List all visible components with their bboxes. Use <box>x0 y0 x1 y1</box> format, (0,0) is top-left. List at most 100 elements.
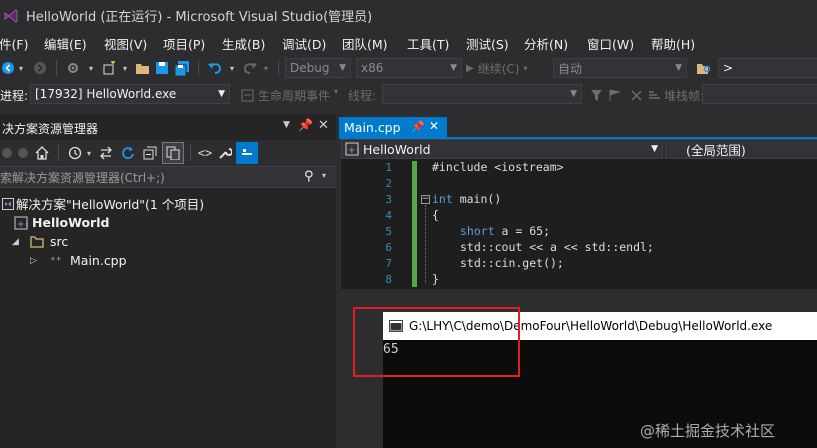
menu-edit[interactable]: 编辑(E) <box>44 34 87 53</box>
menu-debug[interactable]: 调试(D) <box>282 34 326 53</box>
chevron-down-icon: ▾ <box>523 63 528 73</box>
back-icon[interactable] <box>0 58 16 78</box>
window-position-dropdown-icon[interactable]: ▼ <box>283 120 290 130</box>
settings-dropdown-icon[interactable]: ▾ <box>86 58 96 78</box>
solution-explorer-search[interactable]: 索解决方案资源管理器(Ctrl+;) ⚲ ▾ <box>0 166 336 188</box>
menu-window[interactable]: 窗口(W) <box>587 34 634 53</box>
line-number: 3 <box>385 193 392 206</box>
code-keyword: int <box>432 192 453 206</box>
properties-wrench-icon[interactable] <box>216 143 234 163</box>
pin-icon[interactable]: 📌 <box>298 118 313 132</box>
tree-item-solution[interactable]: 解决方案"HelloWorld"(1 个项目) <box>2 194 204 213</box>
solution-explorer-panel: 决方案资源管理器 ▼ 📌 ✕ ▾ <> 索解决方案资源管理器(Ctrl+;) ⚲… <box>0 114 336 448</box>
flag-threads-icon[interactable] <box>606 85 622 105</box>
menu-build[interactable]: 生成(B) <box>222 34 265 53</box>
solution-configuration-select[interactable]: Debug ▼ <box>285 58 351 78</box>
menu-analyze[interactable]: 分析(N) <box>524 34 568 53</box>
sync-active-document-icon[interactable] <box>97 143 115 163</box>
chevron-down-icon: ▼ <box>651 144 658 154</box>
code-line-7: std::cin.get(); <box>460 256 564 270</box>
fold-collapse-icon[interactable]: − <box>421 195 430 204</box>
tree-item-project[interactable]: ++ HelloWorld <box>14 213 109 232</box>
back-dropdown-icon[interactable]: ▾ <box>16 58 26 78</box>
tab-label: Main.cpp <box>344 119 401 135</box>
project-scope-select[interactable]: ++ HelloWorld ▼ <box>341 139 663 159</box>
stack-frame-icon[interactable] <box>646 85 662 105</box>
undo-dropdown-icon[interactable]: ▾ <box>227 58 237 78</box>
tree-item-file-main[interactable]: ▷ ⁺⁺ Main.cpp <box>30 251 127 270</box>
new-project-icon[interactable] <box>100 58 118 78</box>
find-box[interactable]: > <box>718 58 817 78</box>
close-icon[interactable]: ✕ <box>318 118 329 133</box>
search-input[interactable]: 索解决方案资源管理器(Ctrl+;) <box>0 169 165 186</box>
tree-item-label: HelloWorld <box>32 215 110 230</box>
thread-select[interactable]: ▼ <box>382 84 582 104</box>
search-icon[interactable]: ⚲ <box>304 169 314 184</box>
code-line-1: #include <iostream> <box>432 160 564 174</box>
title-bar: HelloWorld (正在运行) - Microsoft Visual Stu… <box>0 0 817 31</box>
line-number: 4 <box>385 209 392 222</box>
toolbar-separator <box>278 60 279 76</box>
open-folder-icon[interactable] <box>133 58 151 78</box>
undo-icon[interactable] <box>205 58 225 78</box>
redo-dropdown-icon[interactable]: ▾ <box>261 58 271 78</box>
global-scope-select[interactable]: (全局范围) <box>665 139 817 159</box>
search-options-dropdown-icon[interactable]: ▾ <box>322 171 326 180</box>
solution-explorer-toolbar: ▾ <> <box>0 140 336 166</box>
cpp-file-icon: ⁺⁺ <box>50 254 62 267</box>
home-icon[interactable] <box>33 143 51 163</box>
chevron-down-icon: ▼ <box>218 89 225 99</box>
hide-threads-icon[interactable] <box>628 85 644 105</box>
refresh-icon[interactable] <box>119 143 137 163</box>
save-all-icon[interactable] <box>173 58 191 78</box>
lifecycle-events-icon[interactable] <box>238 85 256 105</box>
collapse-triangle-icon[interactable]: ▷ <box>30 256 50 266</box>
menu-help[interactable]: 帮助(H) <box>651 34 695 53</box>
global-scope-value: (全局范围) <box>686 142 746 158</box>
cpp-project-icon: ++ <box>345 142 359 156</box>
tree-item-folder-src[interactable]: ◢ src <box>12 232 68 251</box>
show-all-files-icon[interactable] <box>162 142 184 164</box>
find-in-files-icon[interactable] <box>693 58 713 78</box>
visual-studio-logo-icon <box>0 0 22 31</box>
redo-icon[interactable] <box>241 58 259 78</box>
filter-icon[interactable] <box>588 85 604 105</box>
chevron-down-icon: ▼ <box>450 63 457 73</box>
auto-select[interactable]: 自动 ▼ <box>553 58 687 78</box>
menu-team[interactable]: 团队(M) <box>342 34 388 53</box>
close-tab-icon[interactable]: ✕ <box>429 119 439 133</box>
continue-label: 继续(C) <box>477 61 520 76</box>
project-scope-value: HelloWorld <box>363 141 431 157</box>
continue-button[interactable]: ▶ 继续(C) ▾ <box>466 58 546 78</box>
lifecycle-events-label[interactable]: 生命周期事件 <box>258 87 330 104</box>
menu-view[interactable]: 视图(V) <box>104 34 147 53</box>
filter-dropdown-icon[interactable]: ▾ <box>84 143 94 163</box>
stack-frame-select[interactable] <box>702 84 817 104</box>
expand-triangle-icon[interactable]: ◢ <box>12 237 30 247</box>
tree-item-label: src <box>50 234 69 249</box>
svg-text:++: ++ <box>348 146 359 156</box>
build-settings-icon[interactable] <box>64 58 82 78</box>
menu-project[interactable]: 项目(P) <box>163 34 205 53</box>
solution-platform-select[interactable]: x86 ▼ <box>356 58 462 78</box>
toolbar-separator <box>56 60 57 76</box>
forward-icon[interactable] <box>32 58 48 78</box>
menu-tools[interactable]: 工具(T) <box>407 34 449 53</box>
pin-tab-icon[interactable]: 📌 <box>411 120 425 133</box>
menu-file[interactable]: 件(F) <box>0 34 28 53</box>
back-icon[interactable] <box>0 143 14 163</box>
line-number: 1 <box>385 161 392 174</box>
new-dropdown-icon[interactable]: ▾ <box>120 58 130 78</box>
save-icon[interactable] <box>153 58 171 78</box>
pending-changes-filter-icon[interactable] <box>66 143 84 163</box>
menu-test[interactable]: 测试(S) <box>466 34 509 53</box>
preview-selected-items-icon[interactable] <box>236 142 258 164</box>
chevron-down-icon: ▾ <box>334 87 339 96</box>
view-code-icon[interactable]: <> <box>196 143 214 163</box>
toolbar-separator <box>58 145 59 161</box>
forward-icon[interactable] <box>16 143 30 163</box>
process-select[interactable]: [17932] HelloWorld.exe ▼ <box>30 84 230 104</box>
collapse-all-icon[interactable] <box>141 143 159 163</box>
chevron-down-icon: ▼ <box>675 63 682 73</box>
tab-main-cpp[interactable]: Main.cpp 📌 ✕ <box>339 117 447 137</box>
